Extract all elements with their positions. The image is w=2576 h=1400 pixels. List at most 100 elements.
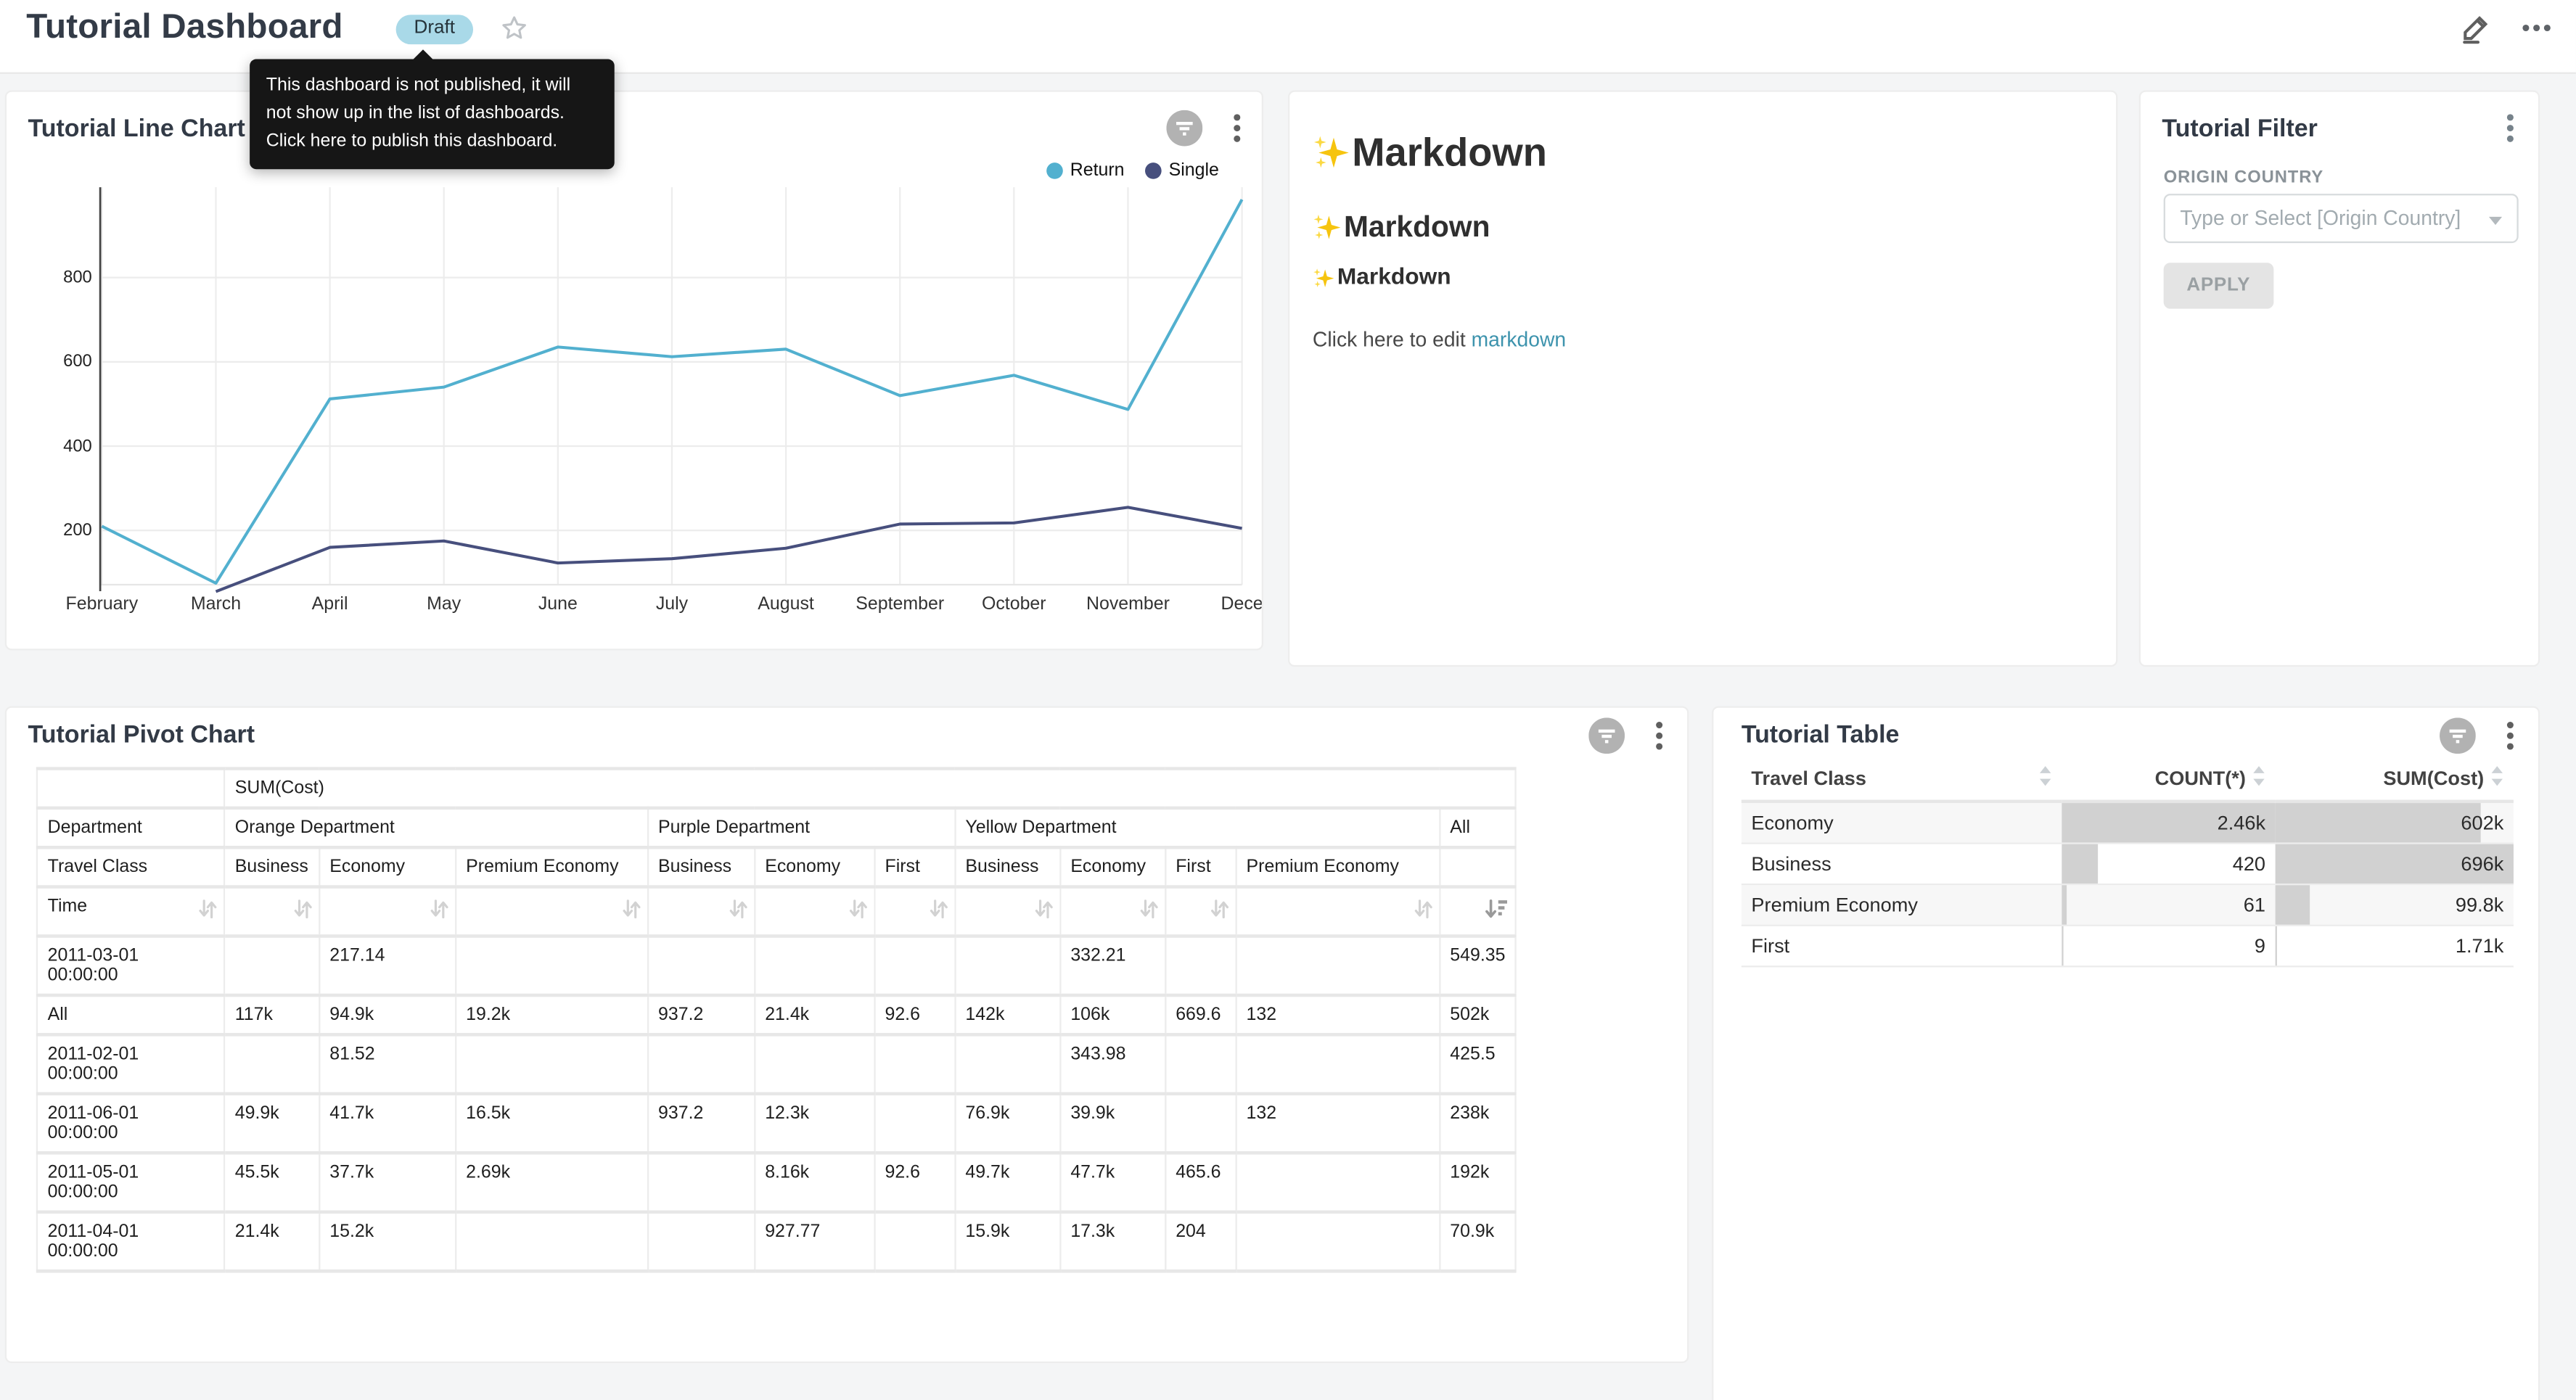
count-bar bbox=[2062, 844, 2098, 884]
sort-both-icon[interactable] bbox=[430, 898, 448, 924]
sort-both-icon[interactable] bbox=[1139, 898, 1157, 924]
sort-both-icon[interactable] bbox=[729, 898, 747, 924]
sort-both-icon[interactable] bbox=[1414, 898, 1432, 924]
pivot-value-cell: 132 bbox=[1236, 995, 1440, 1034]
pivot-value-cell: 92.6 bbox=[874, 1153, 955, 1212]
pivot-class-header: Premium Economy bbox=[455, 847, 647, 886]
pivot-class-header: First bbox=[874, 847, 955, 886]
sort-cell[interactable] bbox=[955, 887, 1060, 936]
select-placeholder: Type or Select [Origin Country] bbox=[2180, 207, 2461, 230]
sum-bar bbox=[2276, 803, 2482, 842]
legend-label: Return bbox=[1070, 161, 1125, 181]
filter-indicator-icon[interactable] bbox=[1588, 717, 1625, 754]
markdown-h2: Markdown bbox=[1313, 210, 1490, 250]
sort-desc-icon-cell[interactable] bbox=[1440, 887, 1517, 936]
sort-cell[interactable] bbox=[224, 887, 319, 936]
sort-both-icon[interactable] bbox=[293, 898, 311, 924]
draft-badge[interactable]: Draft bbox=[396, 15, 473, 44]
sort-caret-icon[interactable] bbox=[2039, 765, 2052, 791]
legend-dot bbox=[1146, 162, 1162, 179]
cell-travel-class: Business bbox=[1742, 844, 2062, 885]
sparkles-icon bbox=[1313, 136, 1349, 181]
pivot-value-cell: 49.9k bbox=[224, 1094, 319, 1153]
data-table-title: Tutorial Table bbox=[1742, 721, 1900, 749]
sort-caret-icon[interactable] bbox=[2252, 765, 2265, 791]
sort-cell[interactable] bbox=[1165, 887, 1235, 936]
pivot-value-cell: 17.3k bbox=[1060, 1212, 1165, 1272]
cell-sum: 1.71k bbox=[2276, 926, 2514, 967]
table-row: Business 420 696k bbox=[1742, 844, 2514, 885]
pivot-value-cell: 2.69k bbox=[455, 1153, 647, 1212]
cell-count: 2.46k bbox=[2062, 802, 2275, 844]
pivot-value-cell bbox=[647, 1034, 754, 1094]
chart-legend: Return Single bbox=[1047, 161, 1219, 181]
sort-both-icon[interactable] bbox=[930, 898, 948, 924]
pivot-value-cell: 937.2 bbox=[647, 1094, 754, 1153]
kebab-menu-icon[interactable] bbox=[2506, 113, 2516, 143]
pivot-value-cell: 12.3k bbox=[754, 1094, 874, 1153]
sort-both-icon[interactable] bbox=[1035, 898, 1053, 924]
pivot-value-cell: 70.9k bbox=[1440, 1212, 1517, 1272]
sort-cell[interactable] bbox=[647, 887, 754, 936]
pivot-value-cell: 927.77 bbox=[754, 1212, 874, 1272]
pivot-value-cell: 343.98 bbox=[1060, 1034, 1165, 1094]
pivot-class-header: Economy bbox=[754, 847, 874, 886]
pivot-data-row: 2011-06-01 00:00:0049.9k41.7k16.5k937.21… bbox=[37, 1094, 1516, 1153]
pivot-value-cell: 549.35 bbox=[1440, 936, 1517, 995]
edit-pencil-icon[interactable] bbox=[2458, 10, 2494, 54]
pivot-metric-row: SUM(Cost) bbox=[37, 769, 1516, 808]
sort-both-icon[interactable] bbox=[199, 898, 217, 924]
sort-cell[interactable] bbox=[754, 887, 874, 936]
pivot-data-row: 2011-03-01 00:00:00217.14332.21549.35 bbox=[37, 936, 1516, 995]
pivot-row-label: 2011-02-01 00:00:00 bbox=[37, 1034, 224, 1094]
sort-cell[interactable] bbox=[1060, 887, 1165, 936]
table-row: First 9 1.71k bbox=[1742, 926, 2514, 967]
pivot-value-cell: 204 bbox=[1165, 1212, 1235, 1272]
star-icon[interactable] bbox=[499, 13, 529, 43]
pivot-value-cell: 47.7k bbox=[1060, 1153, 1165, 1212]
pivot-value-cell bbox=[647, 1212, 754, 1272]
kebab-menu-icon[interactable] bbox=[1654, 721, 1665, 751]
sort-cell[interactable] bbox=[1236, 887, 1440, 936]
data-table-container: Travel Class COUNT(*) SUM(Cost) Economy … bbox=[1742, 757, 2514, 968]
sort-both-icon[interactable] bbox=[622, 898, 640, 924]
markdown-panel: Markdown Markdown Markdown Click here to… bbox=[1288, 91, 2117, 667]
pivot-group-header: Orange Department bbox=[224, 808, 647, 847]
origin-country-select[interactable]: Type or Select [Origin Country] bbox=[2164, 194, 2519, 243]
col-header-travel-class[interactable]: Travel Class bbox=[1742, 757, 2062, 802]
kebab-menu-icon[interactable] bbox=[2506, 721, 2516, 751]
pivot-value-cell: 21.4k bbox=[754, 995, 874, 1034]
pivot-value-cell: 669.6 bbox=[1165, 995, 1235, 1034]
sort-cell[interactable] bbox=[874, 887, 955, 936]
pivot-value-cell bbox=[647, 1153, 754, 1212]
sort-caret-icon[interactable] bbox=[2490, 765, 2503, 791]
pivot-value-cell: 132 bbox=[1236, 1094, 1440, 1153]
origin-country-label: ORIGIN COUNTRY bbox=[2164, 168, 2323, 187]
pivot-value-cell: 192k bbox=[1440, 1153, 1517, 1212]
pivot-value-cell bbox=[1236, 1153, 1440, 1212]
pivot-class-row: Travel ClassBusinessEconomyPremium Econo… bbox=[37, 847, 1516, 886]
pivot-row-dim-label[interactable]: Time bbox=[37, 887, 224, 936]
sort-desc-icon[interactable] bbox=[1485, 898, 1509, 924]
table-row: Economy 2.46k 602k bbox=[1742, 802, 2514, 844]
pivot-data-row: 2011-04-01 00:00:0021.4k15.2k927.7715.9k… bbox=[37, 1212, 1516, 1272]
cell-count: 61 bbox=[2062, 884, 2275, 926]
sort-cell[interactable] bbox=[319, 887, 456, 936]
col-header-count[interactable]: COUNT(*) bbox=[2062, 757, 2275, 802]
legend-item-return[interactable]: Return bbox=[1047, 161, 1124, 181]
pivot-department-row: DepartmentOrange DepartmentPurple Depart… bbox=[37, 808, 1516, 847]
pivot-value-cell bbox=[455, 1034, 647, 1094]
filter-indicator-icon[interactable] bbox=[2440, 717, 2476, 754]
pivot-value-cell bbox=[224, 1034, 319, 1094]
legend-item-single[interactable]: Single bbox=[1146, 161, 1219, 181]
apply-button[interactable]: APPLY bbox=[2164, 263, 2273, 308]
markdown-edit-link[interactable]: markdown bbox=[1472, 329, 1567, 352]
sort-both-icon[interactable] bbox=[1210, 898, 1228, 924]
pivot-chart-panel: Tutorial Pivot Chart SUM(Cost)Department… bbox=[5, 707, 1689, 1364]
sort-both-icon[interactable] bbox=[849, 898, 867, 924]
col-header-sum[interactable]: SUM(Cost) bbox=[2276, 757, 2514, 802]
pivot-value-cell: 19.2k bbox=[455, 995, 647, 1034]
more-horizontal-icon[interactable] bbox=[2520, 12, 2553, 53]
sort-cell[interactable] bbox=[455, 887, 647, 936]
markdown-paragraph: Click here to edit markdown bbox=[1313, 329, 1566, 352]
